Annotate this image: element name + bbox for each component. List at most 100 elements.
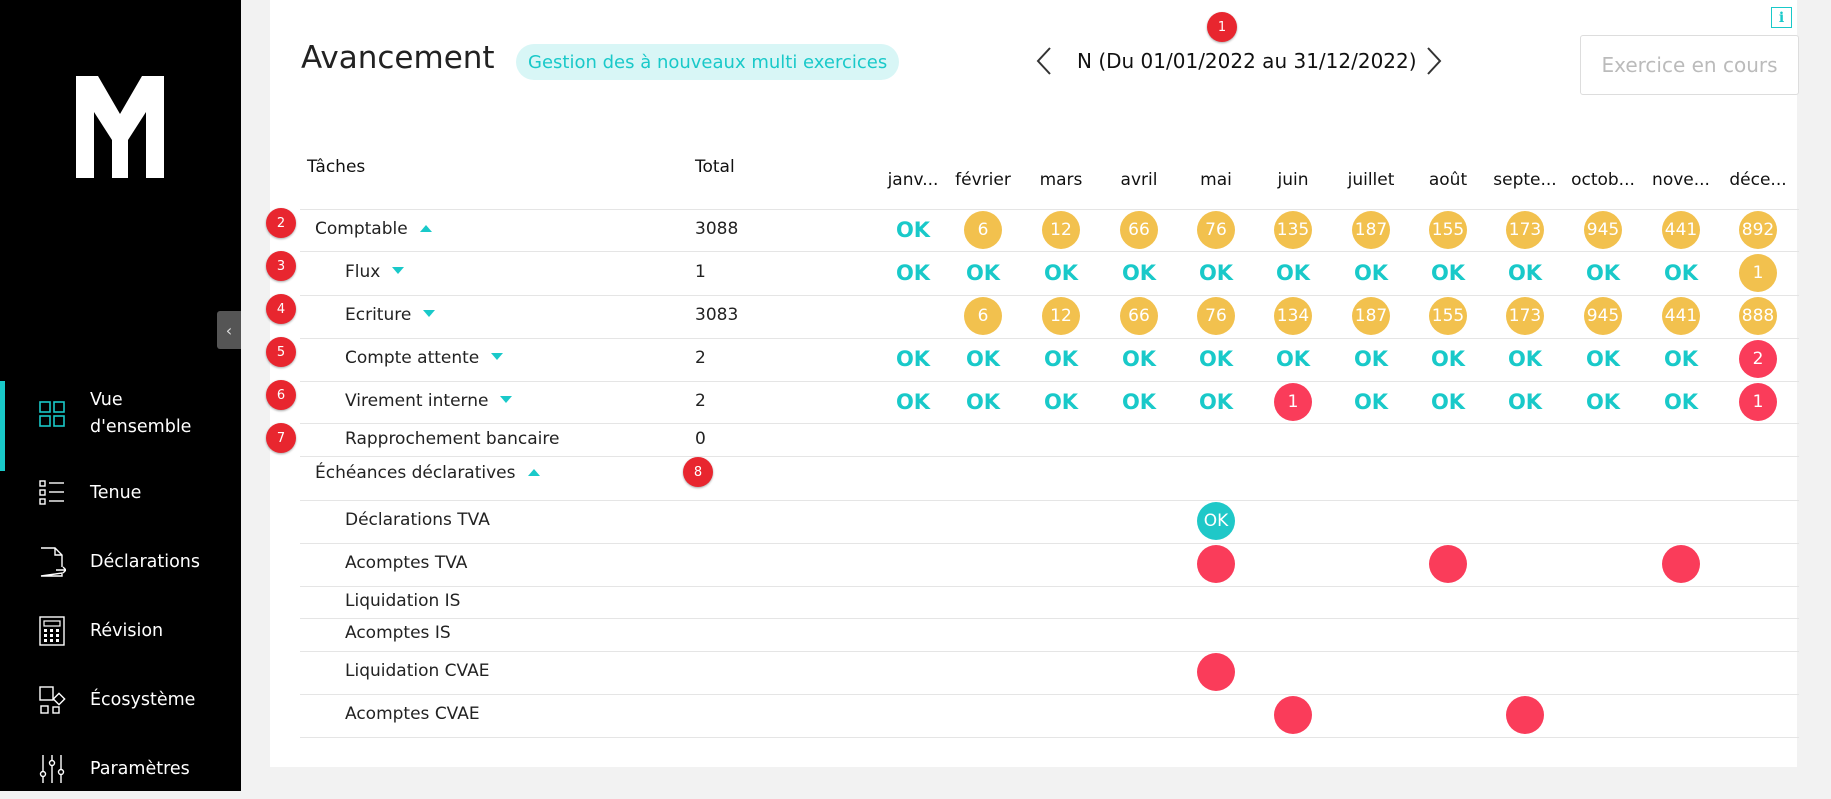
- status-cell[interactable]: [1662, 545, 1700, 583]
- status-cell[interactable]: OK: [1274, 254, 1312, 292]
- status-cell[interactable]: 187: [1352, 297, 1390, 335]
- status-cell[interactable]: OK: [894, 383, 932, 421]
- row-divider: [300, 295, 1799, 296]
- status-cell[interactable]: 155: [1429, 297, 1467, 335]
- step-marker: 1: [1207, 12, 1237, 42]
- status-cell[interactable]: 76: [1197, 211, 1235, 249]
- sidebar-item-tenue[interactable]: Tenue: [0, 463, 241, 523]
- sidebar-item-ecosysteme[interactable]: Écosystème: [0, 670, 241, 730]
- table-row-label[interactable]: Virement interne: [345, 391, 513, 411]
- status-cell[interactable]: OK: [964, 383, 1002, 421]
- column-header-month: nove...: [1652, 170, 1710, 190]
- sidebar-item-parametres[interactable]: Paramètres: [0, 739, 241, 799]
- status-cell[interactable]: [1197, 545, 1235, 583]
- status-cell[interactable]: 888: [1739, 297, 1777, 335]
- status-cell[interactable]: OK: [1506, 254, 1544, 292]
- status-cell[interactable]: OK: [1352, 383, 1390, 421]
- step-marker: 2: [266, 208, 296, 238]
- status-cell[interactable]: OK: [1197, 502, 1235, 540]
- status-cell[interactable]: OK: [1429, 340, 1467, 378]
- status-cell[interactable]: 441: [1662, 297, 1700, 335]
- status-cell[interactable]: OK: [964, 340, 1002, 378]
- status-cell[interactable]: OK: [1197, 254, 1235, 292]
- status-cell[interactable]: OK: [894, 211, 932, 249]
- table-row-label[interactable]: Échéances déclaratives: [315, 463, 540, 483]
- status-cell[interactable]: 135: [1274, 211, 1312, 249]
- status-cell[interactable]: OK: [1662, 254, 1700, 292]
- status-cell[interactable]: 187: [1352, 211, 1390, 249]
- status-cell[interactable]: OK: [1584, 383, 1622, 421]
- status-cell[interactable]: 892: [1739, 211, 1777, 249]
- status-cell[interactable]: 173: [1506, 211, 1544, 249]
- status-cell[interactable]: [1197, 653, 1235, 691]
- sidebar-item-revision[interactable]: Révision: [0, 601, 241, 661]
- status-cell[interactable]: OK: [1120, 383, 1158, 421]
- status-cell[interactable]: OK: [1352, 340, 1390, 378]
- status-cell[interactable]: OK: [1120, 340, 1158, 378]
- status-cell[interactable]: [1429, 545, 1467, 583]
- status-cell[interactable]: OK: [1042, 340, 1080, 378]
- task-name: Rapprochement bancaire: [345, 429, 560, 449]
- status-cell[interactable]: OK: [1662, 383, 1700, 421]
- status-cell[interactable]: OK: [1584, 340, 1622, 378]
- status-cell[interactable]: [1506, 696, 1544, 734]
- status-cell[interactable]: 1: [1739, 254, 1777, 292]
- status-cell[interactable]: 1: [1739, 383, 1777, 421]
- status-cell[interactable]: 12: [1042, 211, 1080, 249]
- status-cell[interactable]: 66: [1120, 297, 1158, 335]
- table-row-label[interactable]: Compte attente: [345, 348, 504, 368]
- sidebar-collapse-button[interactable]: ‹: [217, 311, 241, 349]
- table-row-label[interactable]: Comptable: [315, 219, 432, 239]
- status-cell[interactable]: OK: [1429, 383, 1467, 421]
- status-cell[interactable]: OK: [1197, 383, 1235, 421]
- sidebar-item-vue-ensemble[interactable]: Vue d'ensemble: [0, 381, 241, 471]
- status-cell[interactable]: [1274, 696, 1312, 734]
- status-cell[interactable]: OK: [964, 254, 1002, 292]
- status-cell[interactable]: OK: [894, 340, 932, 378]
- caret-down-icon[interactable]: [423, 310, 436, 317]
- caret-up-icon[interactable]: [527, 469, 540, 476]
- caret-down-icon[interactable]: [491, 353, 504, 360]
- brand-logo: [76, 76, 164, 178]
- status-cell[interactable]: 155: [1429, 211, 1467, 249]
- status-cell[interactable]: OK: [1662, 340, 1700, 378]
- status-cell[interactable]: 945: [1584, 211, 1622, 249]
- status-cell[interactable]: 76: [1197, 297, 1235, 335]
- status-cell[interactable]: 134: [1274, 297, 1312, 335]
- caret-down-icon[interactable]: [392, 267, 405, 274]
- multi-exercise-tag[interactable]: Gestion des à nouveaux multi exercices: [516, 44, 900, 80]
- chevron-left-icon[interactable]: [1033, 45, 1055, 77]
- status-cell[interactable]: OK: [1042, 254, 1080, 292]
- task-name: Compte attente: [345, 348, 480, 368]
- status-cell[interactable]: OK: [1042, 383, 1080, 421]
- status-cell[interactable]: OK: [1274, 340, 1312, 378]
- status-cell[interactable]: 66: [1120, 211, 1158, 249]
- caret-up-icon[interactable]: [419, 225, 432, 232]
- status-cell[interactable]: OK: [894, 254, 932, 292]
- sidebar-item-declarations[interactable]: Déclarations: [0, 532, 241, 592]
- sidebar-item-label: Révision: [90, 620, 164, 641]
- chevron-right-icon[interactable]: [1423, 45, 1445, 77]
- status-cell[interactable]: OK: [1429, 254, 1467, 292]
- row-total: 0: [695, 429, 706, 449]
- info-icon[interactable]: i: [1771, 7, 1792, 28]
- status-cell[interactable]: 1: [1274, 383, 1312, 421]
- status-cell[interactable]: OK: [1584, 254, 1622, 292]
- status-cell[interactable]: 441: [1662, 211, 1700, 249]
- status-cell[interactable]: 12: [1042, 297, 1080, 335]
- status-cell[interactable]: OK: [1506, 383, 1544, 421]
- table-row-label[interactable]: Ecriture: [345, 305, 436, 325]
- caret-down-icon[interactable]: [500, 396, 513, 403]
- table-row-label[interactable]: Flux: [345, 262, 405, 282]
- status-cell[interactable]: OK: [1197, 340, 1235, 378]
- status-cell[interactable]: 6: [964, 211, 1002, 249]
- status-cell[interactable]: OK: [1506, 340, 1544, 378]
- current-exercise-button[interactable]: Exercice en cours: [1580, 35, 1799, 95]
- status-cell[interactable]: OK: [1352, 254, 1390, 292]
- status-cell[interactable]: 2: [1739, 340, 1777, 378]
- status-cell[interactable]: OK: [1120, 254, 1158, 292]
- status-cell[interactable]: 173: [1506, 297, 1544, 335]
- status-cell[interactable]: 6: [964, 297, 1002, 335]
- row-divider: [300, 500, 1799, 501]
- status-cell[interactable]: 945: [1584, 297, 1622, 335]
